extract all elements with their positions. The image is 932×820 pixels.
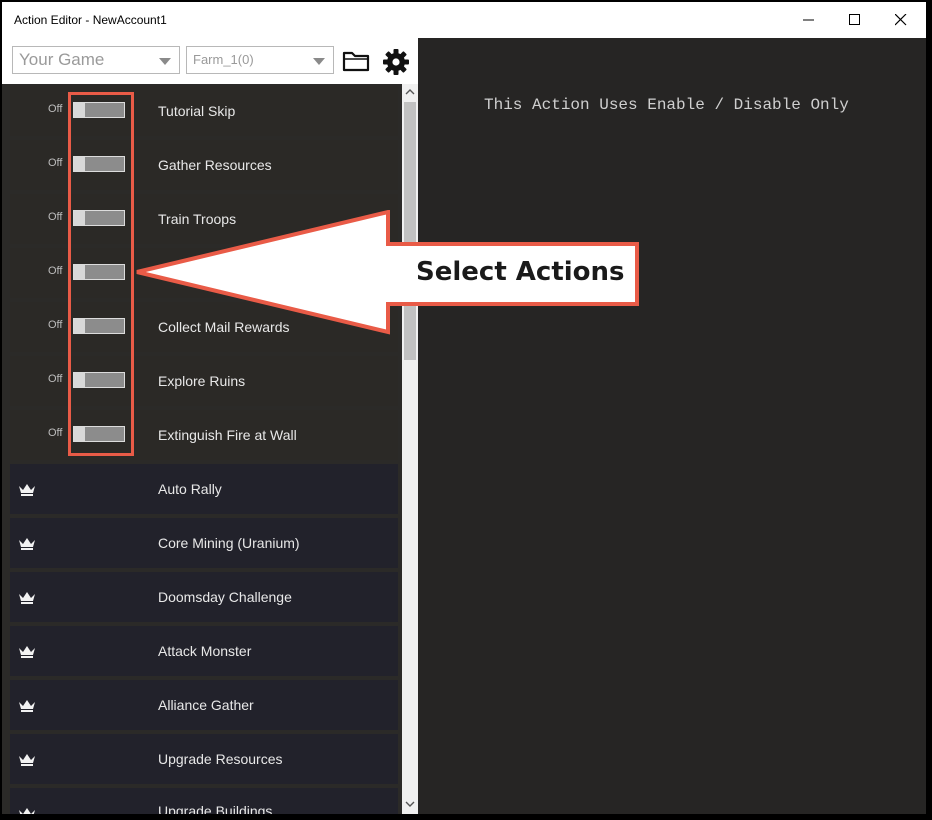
title-bar: Action Editor - NewAccount1 — [2, 2, 926, 38]
folder-icon[interactable] — [342, 50, 370, 72]
action-label: Upgrade Resources — [158, 751, 283, 767]
chevron-down-icon — [159, 58, 171, 65]
toggle-state-label: Off — [48, 319, 63, 331]
action-label: Explore Ruins — [158, 373, 246, 389]
toggle-state-label: Off — [48, 211, 63, 223]
maximize-icon — [849, 14, 860, 25]
scroll-down-icon[interactable] — [405, 800, 415, 808]
game-select[interactable]: Your Game — [12, 46, 180, 74]
toggle-state-label: Off — [48, 103, 63, 115]
crown-icon — [19, 592, 35, 604]
toggle-highlight-box — [68, 92, 134, 456]
crown-icon — [19, 484, 35, 496]
farm-select-value: Farm_1(0) — [193, 52, 254, 67]
toggle-state-label: Off — [48, 265, 63, 277]
farm-select[interactable]: Farm_1(0) — [186, 46, 334, 74]
crown-icon — [19, 754, 35, 766]
close-icon — [895, 14, 907, 26]
toggle-state-label: Off — [48, 157, 63, 169]
action-label: Tutorial Skip — [158, 103, 236, 119]
callout-label: Select Actions — [416, 257, 625, 287]
action-label: Gather Resources — [158, 157, 272, 173]
premium-action-row[interactable]: Upgrade Resources — [10, 734, 398, 784]
minimize-button[interactable] — [786, 2, 832, 38]
crown-icon — [19, 646, 35, 658]
action-label: Attack Monster — [158, 643, 252, 659]
list-scrollbar[interactable] — [402, 84, 418, 814]
action-label: Extinguish Fire at Wall — [158, 427, 297, 443]
toolbar: Your Game Farm_1(0) — [2, 38, 418, 84]
premium-action-row[interactable]: Attack Monster — [10, 626, 398, 676]
crown-icon — [19, 808, 35, 814]
close-button[interactable] — [878, 2, 924, 38]
premium-action-row[interactable]: Alliance Gather — [10, 680, 398, 730]
scroll-up-icon[interactable] — [405, 88, 415, 96]
window-title: Action Editor - NewAccount1 — [14, 13, 167, 27]
action-label: Doomsday Challenge — [158, 589, 292, 605]
action-info-text: This Action Uses Enable / Disable Only — [484, 96, 849, 114]
action-label: Alliance Gather — [158, 697, 254, 713]
premium-action-row[interactable]: Core Mining (Uranium) — [10, 518, 398, 568]
toggle-state-label: Off — [48, 373, 63, 385]
crown-icon — [19, 538, 35, 550]
action-label: Auto Rally — [158, 481, 222, 497]
premium-action-row[interactable]: Doomsday Challenge — [10, 572, 398, 622]
action-label: Upgrade Buildings — [158, 803, 273, 814]
gear-icon[interactable] — [382, 48, 410, 76]
maximize-button[interactable] — [832, 2, 878, 38]
action-label: Core Mining (Uranium) — [158, 535, 300, 551]
action-editor-window: Action Editor - NewAccount1 Your Game Fa… — [0, 0, 928, 816]
game-select-value: Your Game — [19, 50, 105, 69]
minimize-icon — [803, 19, 814, 21]
premium-action-row[interactable]: Upgrade Buildings — [10, 788, 398, 814]
chevron-down-icon — [313, 58, 325, 65]
action-detail-panel: This Action Uses Enable / Disable Only — [418, 38, 926, 814]
toggle-state-label: Off — [48, 427, 63, 439]
premium-action-row[interactable]: Auto Rally — [10, 464, 398, 514]
crown-icon — [19, 700, 35, 712]
